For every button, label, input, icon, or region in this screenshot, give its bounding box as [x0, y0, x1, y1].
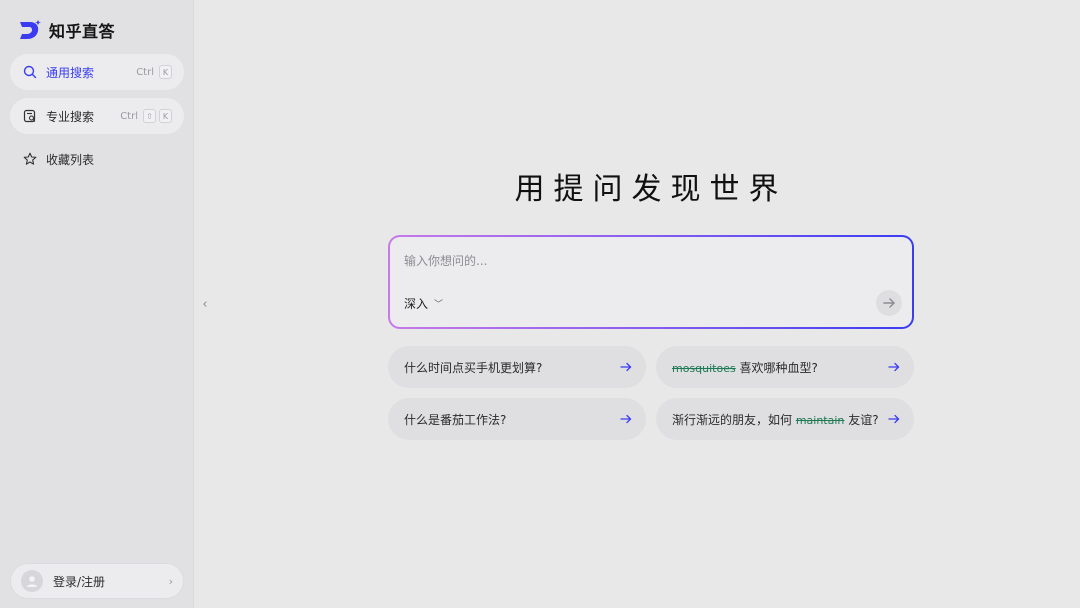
sidebar-item-label: 通用搜索 [46, 65, 95, 80]
login-button[interactable]: 登录/注册 › [10, 563, 184, 599]
sidebar-item-favorites[interactable]: 收藏列表 [10, 141, 184, 177]
chevron-down-icon: ﹀ [434, 300, 444, 310]
suggestion-text: 什么时间点买手机更划算? [404, 360, 543, 375]
star-icon [22, 151, 38, 167]
document-search-icon [22, 108, 38, 124]
arrow-right-icon [883, 298, 895, 308]
search-input[interactable] [404, 251, 864, 271]
suggestion-chip[interactable]: 什么时间点买手机更划算? [388, 346, 646, 388]
suggestion-chip[interactable]: 渐行渐远的朋友，如何 maintain 友谊? [656, 398, 914, 440]
zhida-logo-icon [18, 19, 42, 41]
sidebar-item-general-search[interactable]: 通用搜索 Ctrl K [10, 54, 184, 90]
search-icon [22, 64, 38, 80]
suggestion-text: 渐行渐远的朋友，如何 maintain 友谊? [672, 412, 879, 427]
suggestion-chip[interactable]: mosquitoes 喜欢哪种血型? [656, 346, 914, 388]
arrow-right-icon [888, 361, 900, 373]
search-box-inner: 深入 ﹀ [390, 237, 912, 327]
chevron-left-icon: ‹ [202, 296, 208, 312]
brand[interactable]: 知乎直答 [18, 18, 115, 42]
sidebar: 知乎直答 通用搜索 Ctrl K 专业搜索 Ctrl ⇧ K 收藏列表 登录/注… [0, 0, 194, 608]
avatar [21, 570, 43, 592]
shortcut-hint: Ctrl K [136, 65, 172, 79]
sidebar-item-label: 收藏列表 [46, 152, 95, 167]
sidebar-item-pro-search[interactable]: 专业搜索 Ctrl ⇧ K [10, 98, 184, 134]
send-button[interactable] [876, 290, 902, 316]
mode-label: 深入 [404, 297, 429, 311]
brand-name: 知乎直答 [49, 22, 116, 41]
shortcut-hint: Ctrl ⇧ K [120, 109, 172, 123]
search-box: 深入 ﹀ [388, 235, 914, 329]
page-title: 用提问发现世界 [514, 172, 788, 207]
login-label: 登录/注册 [53, 574, 106, 589]
arrow-right-icon [888, 413, 900, 425]
collapse-sidebar-button[interactable]: ‹ [198, 295, 212, 313]
user-icon [26, 576, 38, 587]
chevron-right-icon: › [168, 574, 173, 588]
suggestion-text: 什么是番茄工作法? [404, 412, 507, 427]
suggestion-chip[interactable]: 什么是番茄工作法? [388, 398, 646, 440]
suggestion-text: mosquitoes 喜欢哪种血型? [672, 360, 818, 375]
arrow-right-icon [620, 413, 632, 425]
arrow-right-icon [620, 361, 632, 373]
sidebar-item-label: 专业搜索 [46, 109, 95, 124]
mode-select[interactable]: 深入 ﹀ [404, 295, 443, 312]
